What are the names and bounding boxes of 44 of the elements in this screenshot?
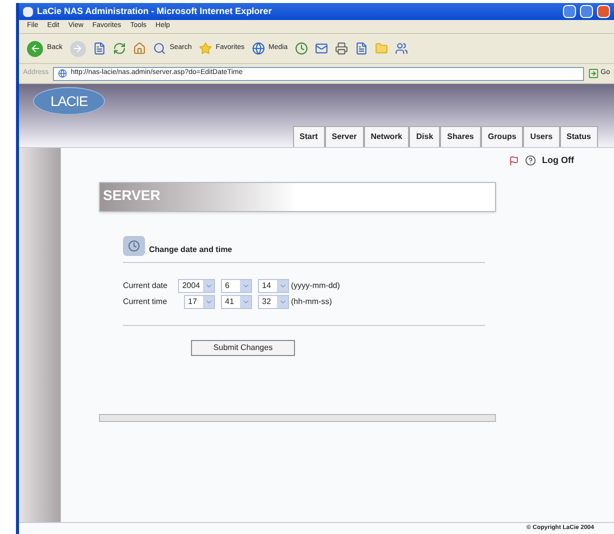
logoff-link[interactable]: Log Off xyxy=(542,154,574,168)
clock-face-icon xyxy=(128,240,140,252)
maximize-button[interactable] xyxy=(580,5,593,18)
edit-icon[interactable] xyxy=(354,42,368,55)
panel-heading: Change date and time xyxy=(149,244,232,256)
dropdown[interactable]: 14 xyxy=(258,278,289,292)
dropdown[interactable]: 41 xyxy=(221,294,252,308)
minimize-button[interactable] xyxy=(563,5,576,18)
format-hint: (hh-mm-ss) xyxy=(291,296,332,308)
page-icon[interactable] xyxy=(92,42,106,55)
field-label: Current time xyxy=(123,296,168,308)
close-button[interactable] xyxy=(597,5,610,18)
window-title: LaCie NAS Administration - Microsoft Internet Explorer xyxy=(37,4,273,18)
section-title: SERVER xyxy=(103,186,160,204)
format-hint: (yyyy-mm-dd) xyxy=(291,280,340,292)
browser-icon xyxy=(23,6,33,16)
nav-tab[interactable]: Status xyxy=(560,126,598,147)
nav-tab[interactable]: Users xyxy=(523,126,560,147)
people-icon[interactable] xyxy=(394,42,408,55)
star-icon xyxy=(198,42,212,55)
globe-icon xyxy=(58,69,67,78)
dropdown[interactable]: 6 xyxy=(221,278,252,292)
forward-arrow-icon xyxy=(72,43,84,54)
printer-icon[interactable] xyxy=(334,42,348,55)
dropdown[interactable]: 32 xyxy=(258,294,289,308)
dropdown[interactable]: 17 xyxy=(184,294,215,308)
nav-tab[interactable]: Shares xyxy=(440,126,481,147)
nav-tab[interactable]: Start xyxy=(292,126,325,147)
flag-icon[interactable] xyxy=(509,156,519,166)
dropdown[interactable]: 2004 xyxy=(178,278,215,292)
search-icon xyxy=(152,42,166,55)
back-arrow-icon xyxy=(30,43,40,54)
nav-tab[interactable]: Groups xyxy=(480,126,524,147)
nav-tab[interactable]: Disk xyxy=(409,126,440,147)
globe-icon xyxy=(252,42,265,55)
home-icon[interactable] xyxy=(132,42,146,55)
logo: LACIE xyxy=(33,87,105,115)
nav-tab[interactable]: Network xyxy=(364,126,410,147)
refresh-icon[interactable] xyxy=(112,42,126,55)
mail-icon[interactable] xyxy=(314,42,328,55)
help-icon[interactable] xyxy=(525,155,536,166)
nav-tab[interactable]: Server xyxy=(324,126,364,147)
history-icon[interactable] xyxy=(294,42,308,55)
submit-button[interactable]: Submit Changes xyxy=(191,340,295,356)
